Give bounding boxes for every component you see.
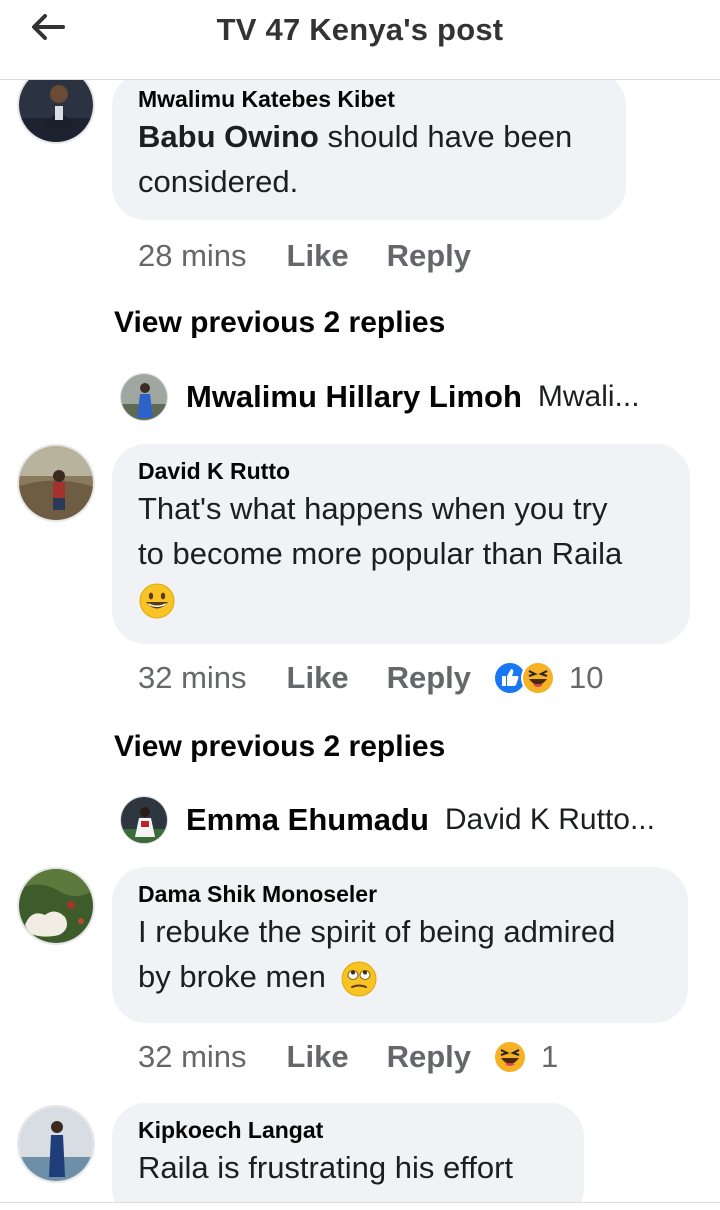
comment-bubble: Dama Shik Monoseler I rebuke the spirit … [112,867,688,1023]
bottom-divider [0,1202,720,1210]
reply-snippet: David K Rutto... [444,803,655,836]
comment-actions: 32 mins Like Reply 1 [138,1037,558,1077]
avatar[interactable] [17,444,95,522]
reaction-summary[interactable]: 10 [493,660,603,696]
comment-text-line: to become more popular than Raila [138,536,623,571]
reaction-count: 1 [541,1039,559,1074]
reply-button[interactable]: Reply [387,238,471,274]
view-previous-replies[interactable]: View previous 2 replies [114,730,445,764]
comment-text-line: That's what happens when you try [138,491,608,526]
like-button[interactable]: Like [287,1039,349,1075]
page-title: TV 47 Kenya's post [216,12,504,47]
comment-time: 28 mins [138,238,247,273]
comments-feed[interactable]: Mwalimu Katebes Kibet Babu Owino should … [0,80,720,1202]
comment-text-line: Raila is frustrating his effort [138,1150,514,1185]
comment-actions: 32 mins Like Reply 10 [138,658,603,698]
reaction-summary[interactable]: 1 [493,1039,558,1075]
comment-text-line: by broke men [138,959,326,994]
comment-text-line: considered. [138,164,299,199]
comment-time: 32 mins [138,660,247,695]
avatar[interactable] [17,867,95,945]
reply-snippet: Mwali... [537,380,640,413]
avatar[interactable] [120,373,168,421]
comment-text: Babu Owino should have been [138,119,573,154]
comment-author[interactable]: David K Rutto [138,456,664,486]
comment-time: 32 mins [138,1039,247,1074]
comment-text-line: I rebuke the spirit of being admired [138,914,616,949]
like-button[interactable]: Like [287,238,349,274]
mentioned-name[interactable]: Babu Owino [138,119,319,154]
reaction-count: 10 [569,660,604,695]
comment-author[interactable]: Kipkoech Langat [138,1115,558,1145]
haha-reaction-icon [521,661,555,695]
comment-bubble: Mwalimu Katebes Kibet Babu Owino should … [112,80,626,220]
haha-reaction-icon [493,1040,527,1074]
top-bar: TV 47 Kenya's post [0,0,720,80]
reply-preview[interactable]: Mwalimu Hillary Limoh Mwali... [120,372,700,422]
comment-author[interactable]: Mwalimu Katebes Kibet [138,84,600,114]
comment-author[interactable]: Dama Shik Monoseler [138,879,662,909]
reply-button[interactable]: Reply [387,1039,471,1075]
view-previous-replies[interactable]: View previous 2 replies [114,306,445,340]
avatar[interactable] [120,796,168,844]
comment-bubble: Kipkoech Langat Raila is frustrating his… [112,1103,584,1202]
reply-preview[interactable]: Emma Ehumadu David K Rutto... [120,795,700,845]
avatar[interactable] [17,1105,95,1183]
like-button[interactable]: Like [287,660,349,696]
reply-author[interactable]: Mwalimu Hillary Limoh [186,379,522,415]
grin-emoji-icon [139,583,175,619]
eye-roll-emoji-icon [341,961,377,997]
reply-button[interactable]: Reply [387,660,471,696]
reply-author[interactable]: Emma Ehumadu [186,802,429,838]
avatar[interactable] [17,80,95,144]
comment-actions: 28 mins Like Reply [138,236,509,276]
comment-bubble: David K Rutto That's what happens when y… [112,444,690,644]
